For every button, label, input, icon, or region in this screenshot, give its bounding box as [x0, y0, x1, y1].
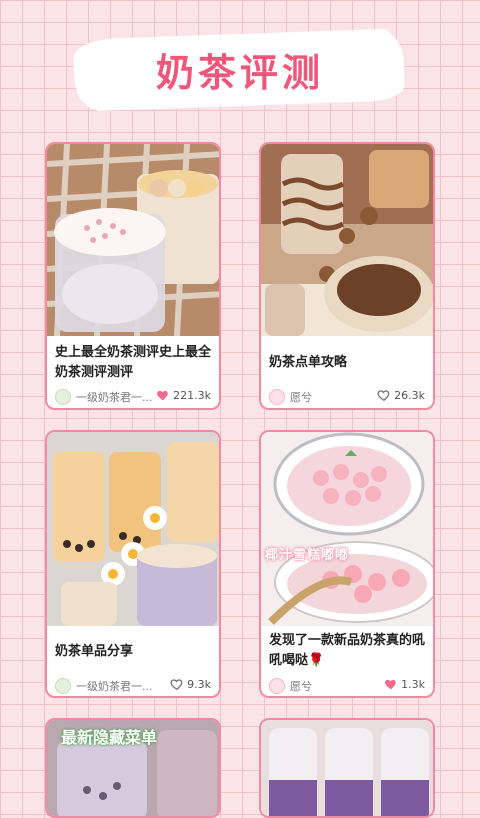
- card-title: 奶茶单品分享: [55, 644, 134, 659]
- card-thumbnail[interactable]: 最新隐藏菜单: [47, 720, 219, 816]
- card-thumbnail[interactable]: 椰汁雪糕嘟嘟: [261, 432, 433, 626]
- avatar-icon[interactable]: [269, 678, 285, 694]
- like-button[interactable]: 26.3k: [377, 388, 425, 402]
- card-title: 发现了一款新品奶茶真的吼吼喝哒🌹: [269, 633, 426, 668]
- card-meta: 一级奶茶君一... 221.3k: [55, 387, 211, 407]
- overlay-caption: 椰汁雪糕嘟嘟: [265, 548, 350, 563]
- card-title: 史上最全奶茶测评史上最全奶茶测评测评: [55, 345, 212, 380]
- card-meta: 一级奶茶君一... 9.3k: [55, 676, 211, 696]
- card-meta: 愿兮 26.3k: [269, 387, 425, 407]
- article-card[interactable]: 奶茶点单攻略 愿兮 26.3k: [259, 142, 435, 410]
- card-title: 奶茶点单攻略: [269, 355, 348, 370]
- heart-icon: [157, 390, 168, 401]
- article-card[interactable]: 最新隐藏菜单: [45, 718, 221, 818]
- author-name[interactable]: 愿兮: [290, 389, 312, 405]
- avatar-icon[interactable]: [269, 389, 285, 405]
- author-name[interactable]: 一级奶茶君一...: [76, 678, 153, 694]
- page-title: 奶茶评测: [155, 51, 324, 95]
- article-card[interactable]: 椰汁雪糕嘟嘟 发现了一款新品奶茶真的吼吼喝哒🌹 愿兮 1.3k: [259, 430, 435, 698]
- like-count: 9.3k: [187, 677, 211, 691]
- like-count: 26.3k: [394, 388, 425, 402]
- card-thumbnail[interactable]: [47, 432, 219, 626]
- like-count: 221.3k: [173, 388, 211, 402]
- heart-icon: [170, 679, 183, 690]
- overlay-caption: 最新隐藏菜单: [61, 728, 158, 747]
- article-card[interactable]: [259, 718, 435, 818]
- author-name[interactable]: 愿兮: [290, 678, 312, 694]
- card-thumbnail[interactable]: [261, 144, 433, 336]
- card-thumbnail[interactable]: [261, 720, 433, 816]
- like-button[interactable]: 9.3k: [170, 677, 211, 691]
- avatar-icon[interactable]: [55, 389, 71, 405]
- header: 奶茶评测: [0, 0, 480, 130]
- author-name[interactable]: 一级奶茶君一...: [76, 389, 153, 405]
- card-meta: 愿兮 1.3k: [269, 676, 425, 696]
- heart-icon: [385, 679, 396, 690]
- like-button[interactable]: 1.3k: [384, 677, 425, 691]
- like-button[interactable]: 221.3k: [156, 388, 211, 402]
- heart-icon: [377, 390, 390, 401]
- avatar-icon[interactable]: [55, 678, 71, 694]
- like-count: 1.3k: [401, 677, 425, 691]
- article-card[interactable]: 奶茶单品分享 一级奶茶君一... 9.3k: [45, 430, 221, 698]
- article-card[interactable]: 史上最全奶茶测评史上最全奶茶测评测评 一级奶茶君一... 221.3k: [45, 142, 221, 410]
- card-thumbnail[interactable]: [47, 144, 219, 336]
